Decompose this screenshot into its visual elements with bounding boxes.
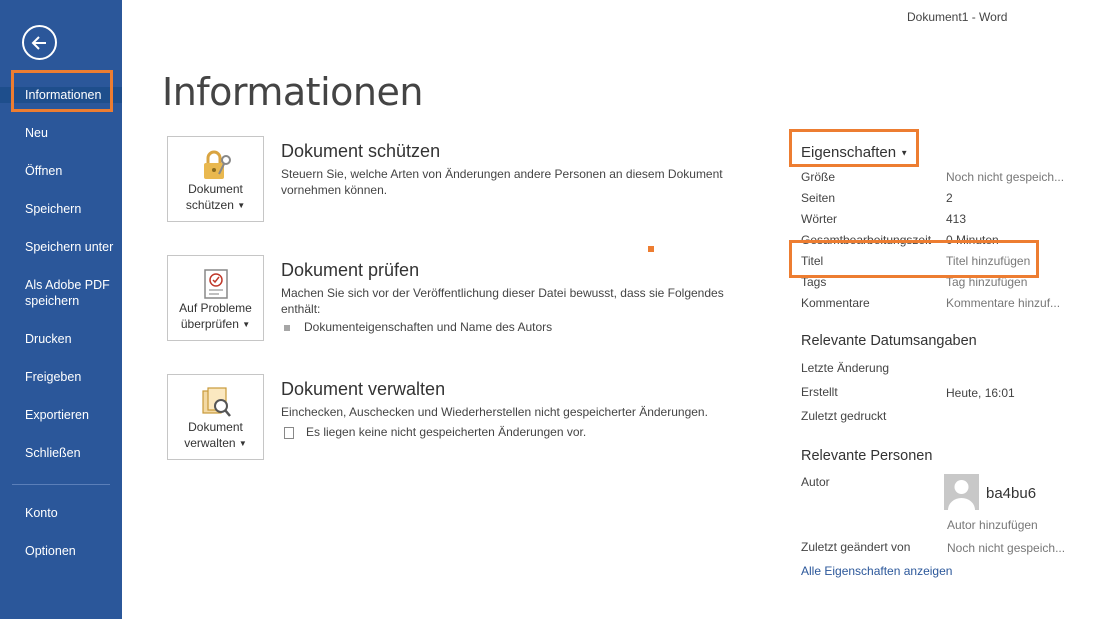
manage-note-text: Es liegen keine nicht gespeicherten Ände… [306,425,587,439]
nav-item-speichern-unter[interactable]: Speichern unter [0,239,122,255]
lock-key-icon [199,147,235,183]
inspect-button-label-2: überprüfen [180,317,239,331]
manage-button-label-1: Dokument [188,420,243,434]
nav-item-adobe-pdf[interactable]: Als Adobe PDF speichern [0,277,112,309]
manage-document-button[interactable]: Dokument verwalten ▼ [167,374,264,460]
chevron-down-icon: ▼ [238,438,247,448]
avatar [944,474,979,510]
chevron-down-icon: ▼ [242,319,251,329]
last-modified-value: Noch nicht gespeich... [947,541,1066,555]
protect-button-label-1: Dokument [188,182,243,196]
highlight-properties [789,129,919,167]
inspect-button-label-1: Auf Probleme [179,301,252,315]
inspect-description: Machen Sie sich vor der Veröffentlichung… [281,286,724,316]
orange-marker [648,246,654,252]
inspect-title: Dokument prüfen [281,260,420,280]
add-author-field[interactable]: Autor hinzufügen [947,518,1038,532]
prop-val-woerter: 413 [946,212,967,226]
prop-key-seiten: Seiten [801,191,836,205]
highlight-title [789,240,1039,278]
highlight-informationen [11,70,113,112]
dates-title: Relevante Datumsangaben [801,333,977,349]
nav-item-drucken[interactable]: Drucken [0,331,122,347]
prop-key-kommentare: Kommentare [801,296,870,310]
nav-item-konto[interactable]: Konto [0,505,122,521]
manage-note: Es liegen keine nicht gespeicherten Ände… [284,425,586,439]
date-key-zuletzt-gedruckt: Zuletzt gedruckt [801,409,887,423]
prop-val-seiten: 2 [946,191,953,205]
protect-title: Dokument schützen [281,141,441,161]
nav-item-schliessen[interactable]: Schließen [0,445,122,461]
nav-item-freigeben[interactable]: Freigeben [0,369,122,385]
inspect-bullet-text: Dokumenteigenschaften und Name des Autor… [304,320,553,334]
protect-document-button[interactable]: Dokument schützen ▼ [167,136,264,222]
bullet-square-icon [284,324,290,331]
back-arrow-icon[interactable] [22,25,57,60]
sidebar-divider [12,484,110,485]
show-all-properties-link[interactable]: Alle Eigenschaften anzeigen [801,564,952,578]
protect-button-label-2: schützen [185,198,234,212]
chevron-down-icon: ▼ [237,200,246,210]
date-val-erstellt: Heute, 16:01 [946,386,1015,400]
prop-key-groesse: Größe [801,170,836,184]
author-key: Autor [801,475,830,489]
manage-document-icon [199,385,235,421]
prop-val-groesse: Noch nicht gespeich... [946,170,1065,184]
manage-title: Dokument verwalten [281,379,446,399]
last-modified-key: Zuletzt geändert von [801,540,911,554]
nav-item-optionen[interactable]: Optionen [0,543,122,559]
nav-item-exportieren[interactable]: Exportieren [0,407,122,423]
window-title: Dokument1 - Word [907,10,1008,24]
manage-button-label-2: verwalten [184,436,236,450]
date-key-erstellt: Erstellt [801,385,838,399]
inspect-bullet: Dokumenteigenschaften und Name des Autor… [284,320,552,334]
document-icon [284,426,294,439]
nav-item-neu[interactable]: Neu [0,125,122,141]
protect-description: Steuern Sie, welche Arten von Änderungen… [281,167,723,197]
comments-field[interactable]: Kommentare hinzuf... [946,296,1060,310]
nav-item-oeffnen[interactable]: Öffnen [0,163,122,179]
author-name: ba4bu6 [986,485,1037,502]
inspect-document-button[interactable]: Auf Probleme überprüfen ▼ [167,255,264,341]
inspect-document-icon [199,266,235,302]
prop-key-woerter: Wörter [801,212,837,226]
people-title: Relevante Personen [801,448,933,464]
manage-description: Einchecken, Auschecken und Wiederherstel… [281,405,708,419]
date-key-letzte-aenderung: Letzte Änderung [801,361,890,375]
nav-item-speichern[interactable]: Speichern [0,201,122,217]
page-title: Informationen [162,70,423,114]
